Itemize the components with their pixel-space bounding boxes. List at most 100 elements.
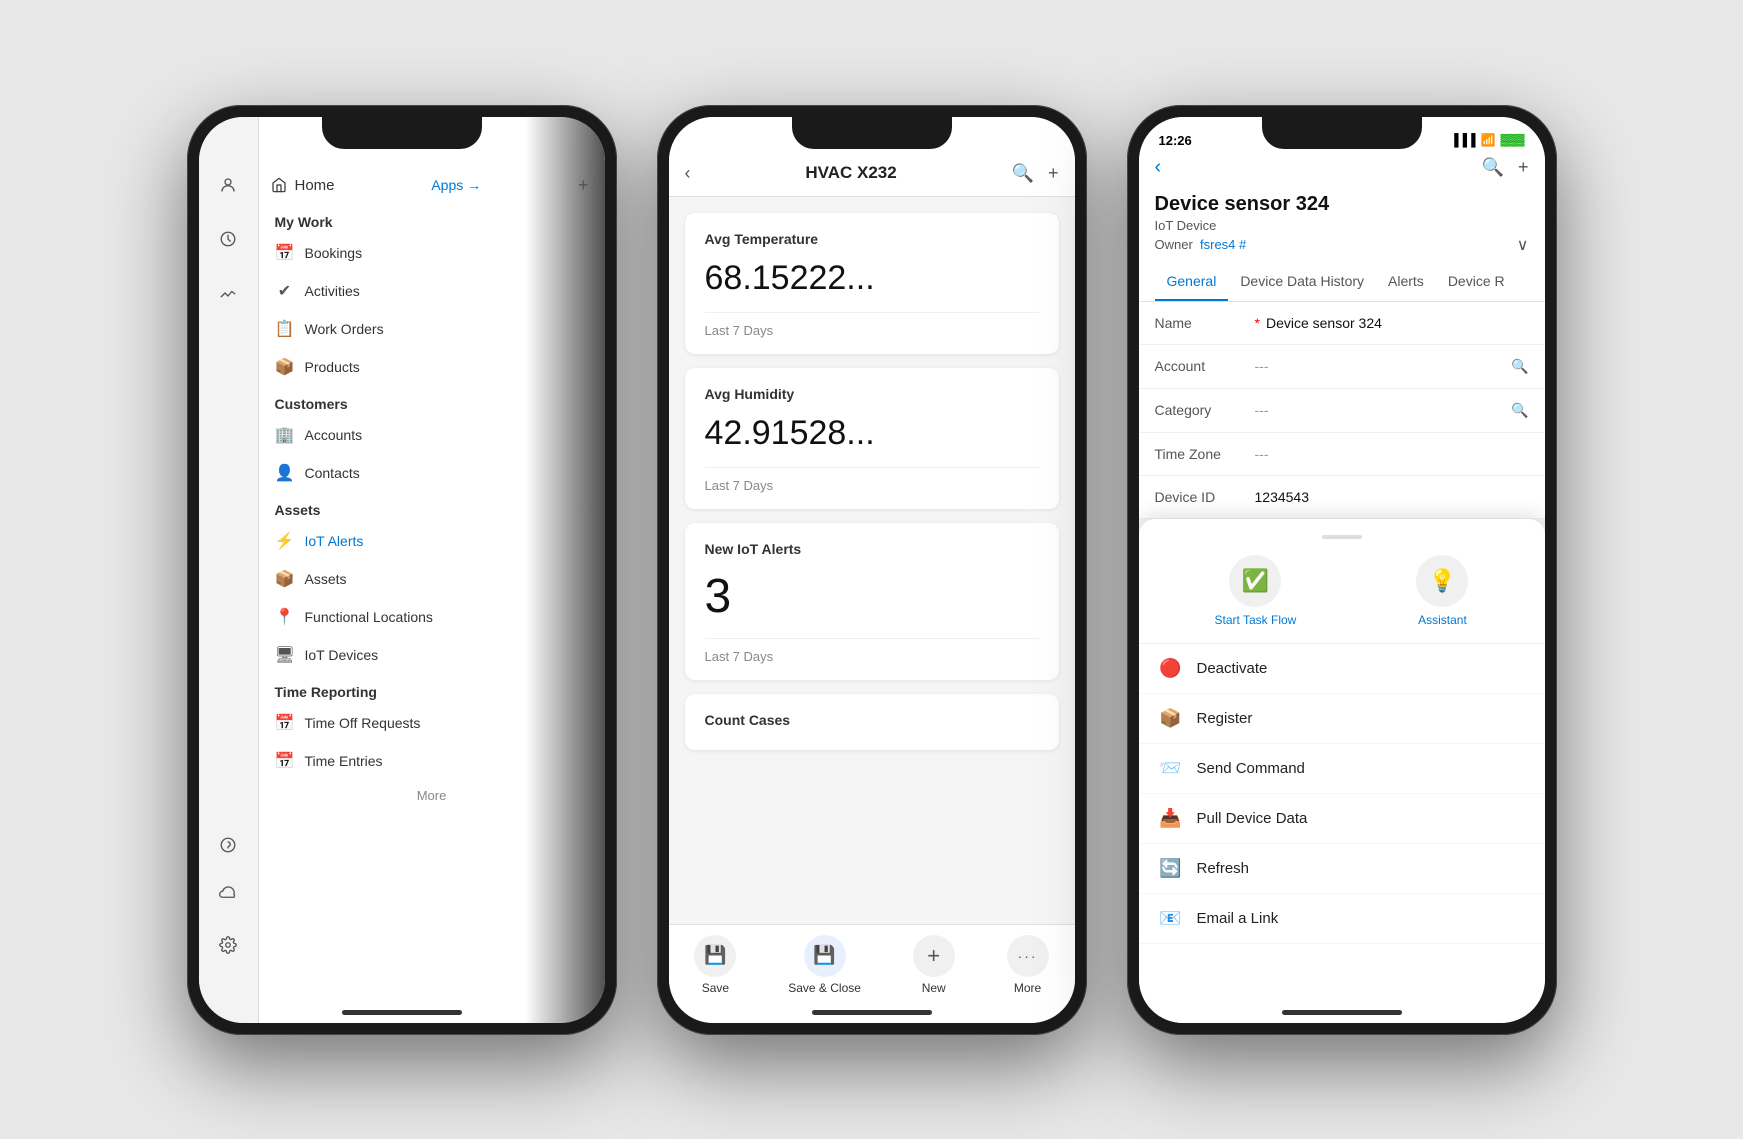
status-icons: ▐▐▐ 📶 ▓▓▓ [1450, 133, 1525, 147]
home-row: Home Apps → + [259, 167, 605, 204]
action-register[interactable]: 📦 Register [1139, 694, 1545, 744]
section-title-assets: Assets [259, 492, 605, 522]
nav-item-workorders[interactable]: 📋 Work Orders [259, 310, 605, 348]
phone2-content: Avg Temperature 68.15222... Last 7 Days … [669, 197, 1075, 924]
phone-1: Home Apps → + My Work 📅 Bookings ✔ Activ… [187, 105, 617, 1035]
add-button[interactable]: + [578, 175, 589, 196]
tab-device-data-history[interactable]: Device Data History [1228, 263, 1376, 301]
chevron-down-icon[interactable]: ∨ [1517, 235, 1529, 255]
tab-device-r[interactable]: Device R [1436, 263, 1517, 301]
back-button-p3[interactable]: ‹ [1155, 156, 1162, 179]
iotdevices-label: IoT Devices [305, 647, 379, 663]
nav-item-assets[interactable]: 📦 Assets [259, 560, 605, 598]
funclocations-label: Functional Locations [305, 609, 433, 625]
action-send-command[interactable]: 📨 Send Command [1139, 744, 1545, 794]
back-button-p2[interactable]: ‹ [685, 163, 691, 184]
deactivate-label: Deactivate [1197, 660, 1268, 677]
nav-menu: Home Apps → + My Work 📅 Bookings ✔ Activ… [259, 117, 605, 1023]
deactivate-icon: 🔴 [1159, 658, 1183, 679]
device-info: Device sensor 324 IoT Device Owner fsres… [1139, 183, 1545, 263]
task-flow-icon: ✅ [1229, 555, 1281, 607]
nav-item-iotdevices[interactable]: 🖥 IoT Devices [259, 636, 605, 674]
required-asterisk: * [1255, 315, 1260, 331]
bookings-label: Bookings [305, 245, 363, 261]
nav-item-timeoff[interactable]: 📅 Time Off Requests [259, 704, 605, 742]
timeentries-icon: 📅 [275, 751, 295, 771]
home-item[interactable]: Home [271, 177, 335, 194]
cloud-icon[interactable] [210, 877, 246, 913]
metric-card-humidity: Avg Humidity 42.91528... Last 7 Days [685, 368, 1059, 509]
home-bar-1 [342, 1010, 462, 1015]
notch-2 [792, 117, 952, 149]
field-label-deviceid: Device ID [1155, 489, 1255, 505]
search-icon-account[interactable]: 🔍 [1511, 358, 1528, 375]
timeoff-label: Time Off Requests [305, 715, 421, 731]
add-icon-p3[interactable]: + [1518, 157, 1529, 178]
tab-general[interactable]: General [1155, 263, 1229, 301]
action-pull-device-data[interactable]: 📥 Pull Device Data [1139, 794, 1545, 844]
nav-item-iotalerts[interactable]: ⚡ IoT Alerts [259, 522, 605, 560]
nav-item-funclocations[interactable]: 📍 Functional Locations [259, 598, 605, 636]
phone2-screen: ‹ HVAC X232 🔍 + Avg Temperature 68.15222… [669, 117, 1075, 1023]
bottom-sheet: ✅ Start Task Flow 💡 Assistant 🔴 Deactiva… [1139, 519, 1545, 1023]
apps-button[interactable]: Apps → [431, 177, 481, 193]
accounts-label: Accounts [305, 427, 363, 443]
settings-icon[interactable] [210, 927, 246, 963]
nav-item-accounts[interactable]: 🏢 Accounts [259, 416, 605, 454]
field-label-account: Account [1155, 358, 1255, 374]
save-close-icon: 💾 [804, 935, 846, 977]
add-button-p2[interactable]: + [1048, 163, 1059, 184]
section-title-mywork: My Work [259, 204, 605, 234]
register-icon: 📦 [1159, 708, 1183, 729]
accounts-icon: 🏢 [275, 425, 295, 445]
owner-value[interactable]: fsres4 # [1200, 237, 1246, 252]
iotdevices-icon: 🖥 [275, 645, 295, 665]
more-label[interactable]: More [259, 780, 605, 811]
alerts-label: New IoT Alerts [705, 541, 1039, 557]
field-value-timezone: --- [1255, 446, 1529, 462]
save-button-p2[interactable]: 💾 Save [694, 935, 736, 995]
action-email-link[interactable]: 📧 Email a Link [1139, 894, 1545, 944]
action-deactivate[interactable]: 🔴 Deactivate [1139, 644, 1545, 694]
sidebar-left [199, 117, 259, 1023]
nav-item-contacts[interactable]: 👤 Contacts [259, 454, 605, 492]
action-refresh[interactable]: 🔄 Refresh [1139, 844, 1545, 894]
field-account: Account --- 🔍 [1139, 345, 1545, 389]
sheet-handle [1322, 535, 1362, 539]
header-actions: 🔍 + [1482, 157, 1529, 178]
clock-icon[interactable] [210, 221, 246, 257]
start-task-flow-button[interactable]: ✅ Start Task Flow [1215, 555, 1297, 627]
notch-1 [322, 117, 482, 149]
tab-alerts[interactable]: Alerts [1376, 263, 1436, 301]
nav-item-activities[interactable]: ✔ Activities [259, 272, 605, 310]
home-bar-2 [812, 1010, 932, 1015]
more-label: More [1014, 981, 1041, 995]
new-button-p2[interactable]: + New [913, 935, 955, 995]
assistant-button[interactable]: 💡 Assistant [1416, 555, 1468, 627]
notch-3 [1262, 117, 1422, 149]
chart-icon[interactable] [210, 275, 246, 311]
user-avatar-icon[interactable] [210, 167, 246, 203]
metric-card-temperature: Avg Temperature 68.15222... Last 7 Days [685, 213, 1059, 354]
more-button-p2[interactable]: ··· More [1007, 935, 1049, 995]
search-icon-p3[interactable]: 🔍 [1482, 157, 1504, 178]
pull-data-label: Pull Device Data [1197, 810, 1308, 827]
section-title-customers: Customers [259, 386, 605, 416]
home-label: Home [295, 177, 335, 194]
device-name: Device sensor 324 [1155, 193, 1529, 216]
quick-actions: ✅ Start Task Flow 💡 Assistant [1139, 555, 1545, 644]
task-flow-label: Start Task Flow [1215, 613, 1297, 627]
owner-label: Owner [1155, 237, 1201, 252]
temp-label: Avg Temperature [705, 231, 1039, 247]
metric-card-alerts: New IoT Alerts 3 Last 7 Days [685, 523, 1059, 680]
nav-item-products[interactable]: 📦 Products [259, 348, 605, 386]
nav-item-bookings[interactable]: 📅 Bookings [259, 234, 605, 272]
temp-value: 68.15222... [705, 259, 1039, 298]
search-button-p2[interactable]: 🔍 [1012, 163, 1034, 184]
search-icon-category[interactable]: 🔍 [1511, 402, 1528, 419]
products-icon: 📦 [275, 357, 295, 377]
nav-item-timeentries[interactable]: 📅 Time Entries [259, 742, 605, 780]
help-icon[interactable] [210, 827, 246, 863]
humidity-sub: Last 7 Days [705, 467, 1039, 493]
save-close-button[interactable]: 💾 Save & Close [788, 935, 861, 995]
